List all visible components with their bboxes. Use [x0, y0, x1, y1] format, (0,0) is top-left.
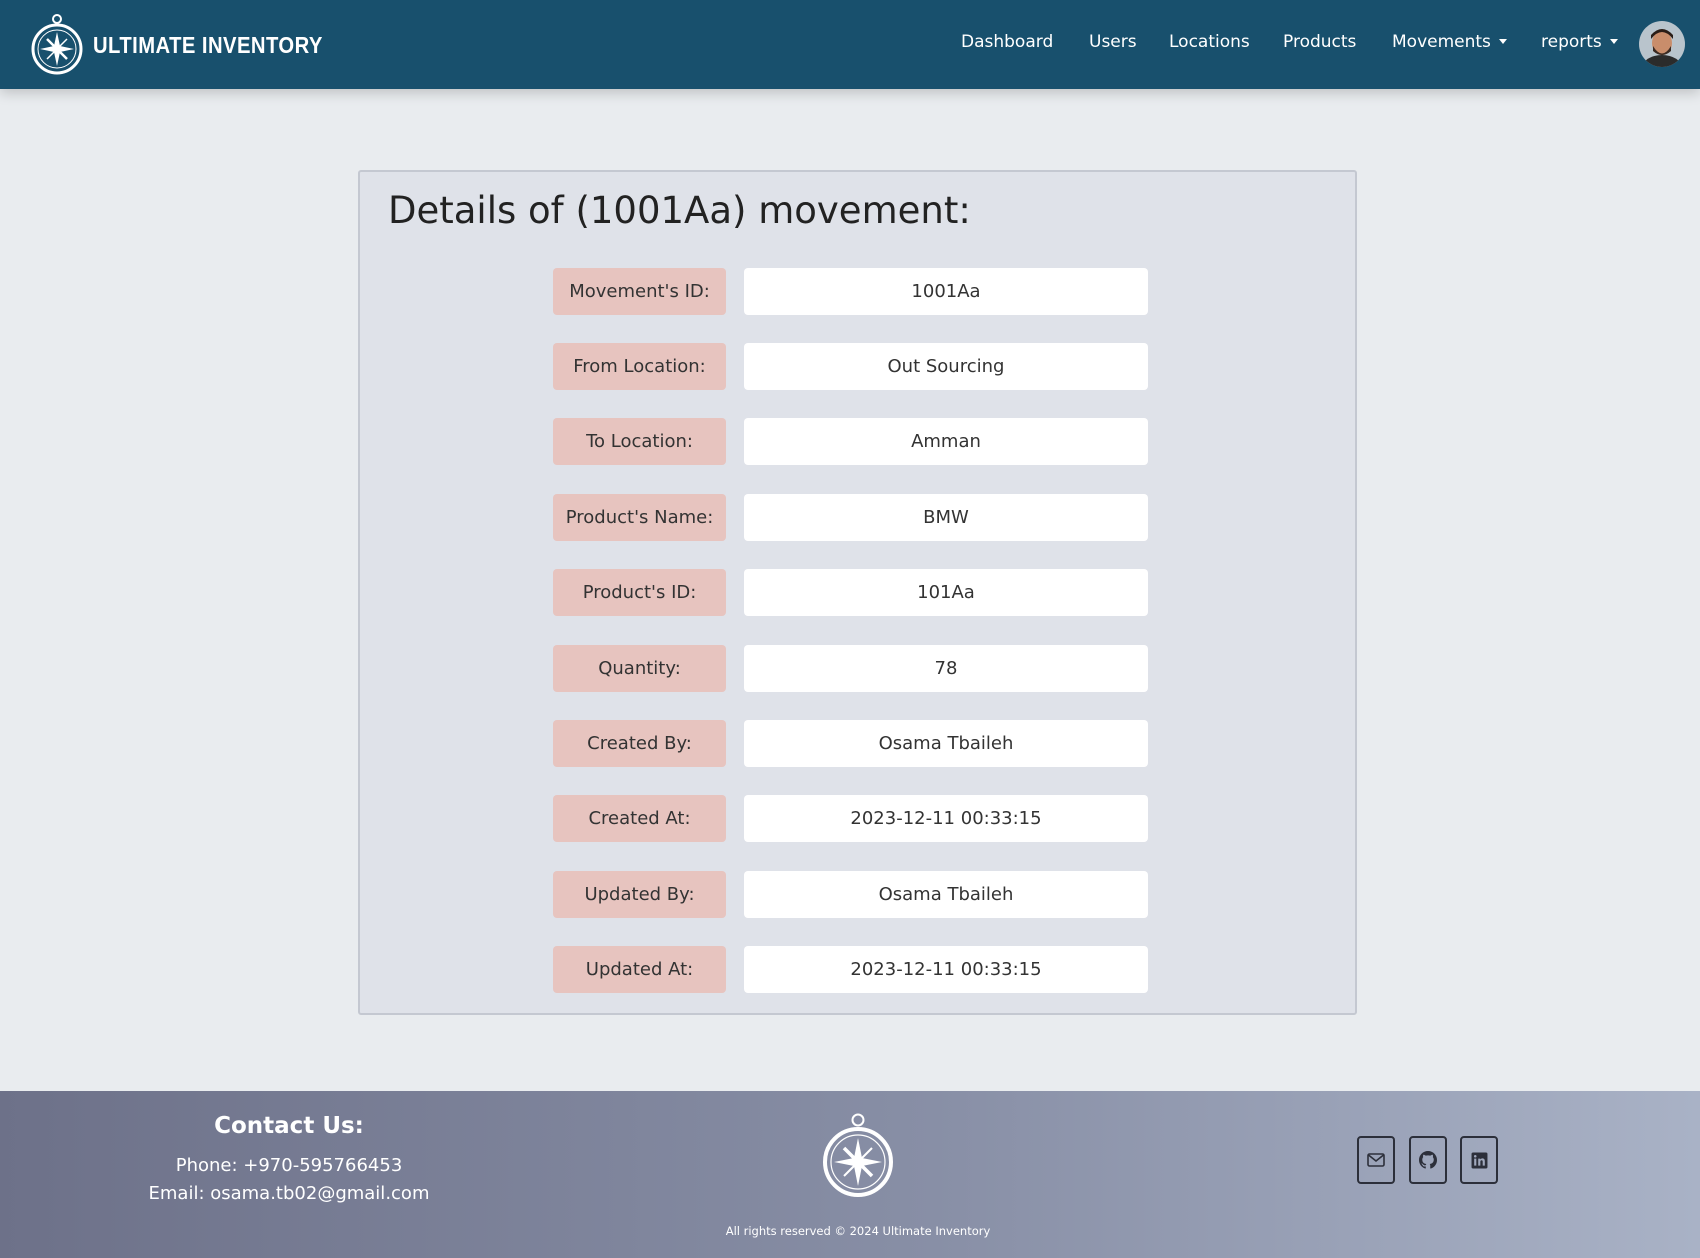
compass-logo-icon — [31, 14, 83, 75]
contact-phone: Phone: +970-595766453 — [175, 1155, 403, 1176]
value-from-location: Out Sourcing — [744, 343, 1148, 390]
contact-email: Email: osama.tb02@gmail.com — [148, 1183, 430, 1204]
copyright: All rights reserved © 2024 Ultimate Inve… — [725, 1224, 991, 1238]
label-to-location: To Location: — [553, 418, 726, 465]
label-updated-by: Updated By: — [553, 871, 726, 918]
value-product-name: BMW — [744, 494, 1148, 541]
linkedin-link[interactable] — [1460, 1136, 1498, 1184]
nav-locations[interactable]: Locations — [1169, 32, 1250, 52]
brand-name: ULTIMATE INVENTORY — [93, 31, 323, 58]
value-product-id: 101Aa — [744, 569, 1148, 616]
label-product-name: Product's Name: — [553, 494, 726, 541]
github-icon — [1419, 1151, 1437, 1169]
email-link[interactable] — [1357, 1136, 1395, 1184]
value-updated-by: Osama Tbaileh — [744, 871, 1148, 918]
movement-details-card: Details of (1001Aa) movement: Movement's… — [358, 170, 1357, 1015]
user-avatar[interactable] — [1639, 21, 1685, 67]
value-movement-id: 1001Aa — [744, 268, 1148, 315]
nav-movements-label: Movements — [1392, 32, 1491, 52]
label-product-id: Product's ID: — [553, 569, 726, 616]
contact-title: Contact Us: — [214, 1113, 364, 1139]
nav-users[interactable]: Users — [1089, 32, 1137, 52]
label-from-location: From Location: — [553, 343, 726, 390]
value-created-by: Osama Tbaileh — [744, 720, 1148, 767]
mail-icon — [1367, 1153, 1385, 1167]
github-link[interactable] — [1409, 1136, 1447, 1184]
linkedin-icon — [1471, 1152, 1487, 1168]
compass-logo-icon — [823, 1113, 893, 1197]
label-created-at: Created At: — [553, 795, 726, 842]
value-to-location: Amman — [744, 418, 1148, 465]
value-quantity: 78 — [744, 645, 1148, 692]
nav-reports-dropdown[interactable]: reports — [1541, 32, 1618, 52]
label-updated-at: Updated At: — [553, 946, 726, 993]
label-movement-id: Movement's ID: — [553, 268, 726, 315]
nav-dashboard[interactable]: Dashboard — [961, 32, 1053, 52]
nav-movements-dropdown[interactable]: Movements — [1392, 32, 1507, 52]
nav-reports-label: reports — [1541, 32, 1602, 52]
page-title: Details of (1001Aa) movement: — [388, 189, 971, 232]
brand[interactable]: ULTIMATE INVENTORY — [31, 14, 354, 76]
avatar-icon — [1639, 21, 1685, 67]
nav-products[interactable]: Products — [1283, 32, 1356, 52]
value-created-at: 2023-12-11 00:33:15 — [744, 795, 1148, 842]
footer: Contact Us: Phone: +970-595766453 Email:… — [0, 1091, 1700, 1258]
value-updated-at: 2023-12-11 00:33:15 — [744, 946, 1148, 993]
caret-down-icon — [1498, 39, 1507, 44]
navbar: ULTIMATE INVENTORY Dashboard Users Locat… — [0, 0, 1700, 89]
label-quantity: Quantity: — [553, 645, 726, 692]
caret-down-icon — [1609, 39, 1618, 44]
label-created-by: Created By: — [553, 720, 726, 767]
